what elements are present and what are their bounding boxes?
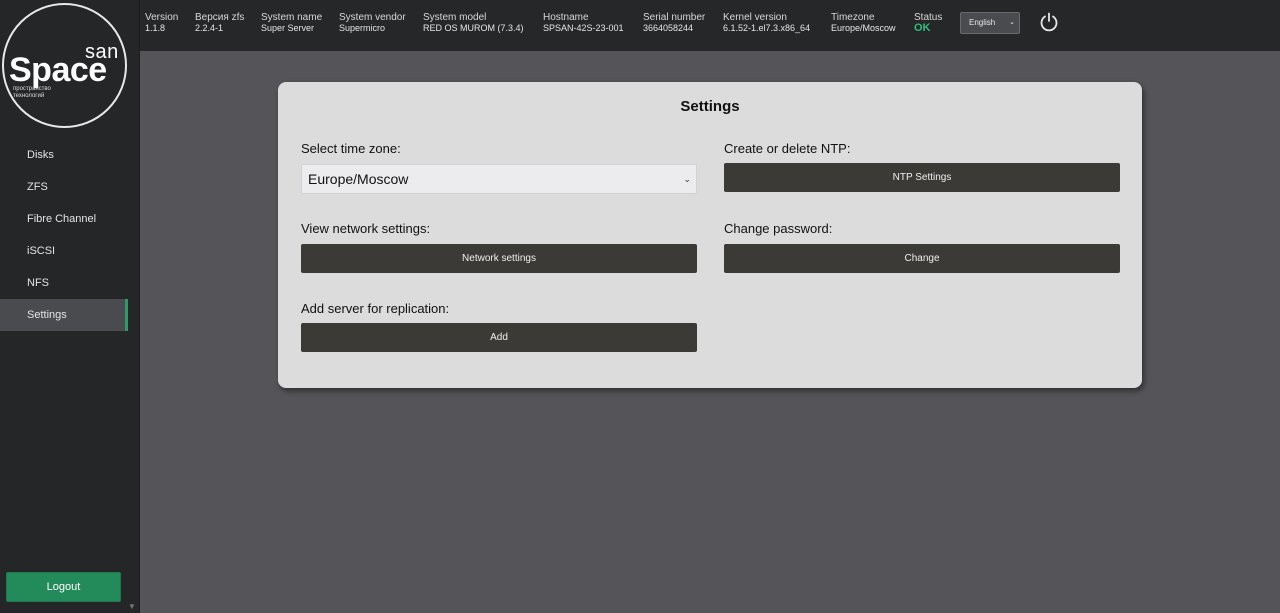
- logo-subtitle: пространство технологий: [13, 86, 51, 99]
- header-field-label: Serial number: [643, 12, 706, 23]
- language-select[interactable]: English ⌄: [960, 12, 1020, 34]
- header-field-label: Timezone: [831, 12, 875, 23]
- header-field-value: Europe/Moscow: [831, 23, 896, 33]
- sidebar-item-fibre-channel[interactable]: Fibre Channel: [0, 203, 128, 235]
- logo-space-text: Space: [9, 51, 107, 89]
- header-field-label: Version: [145, 12, 179, 23]
- header-field-value: Super Server: [261, 23, 315, 33]
- password-label: Change password:: [724, 221, 833, 236]
- header-field-label: System model: [423, 12, 487, 23]
- power-icon[interactable]: [1038, 11, 1060, 33]
- sidebar-item-disks[interactable]: Disks: [0, 139, 128, 171]
- header-field-value: RED OS MUROM (7.3.4): [423, 23, 524, 33]
- network-settings-button[interactable]: Network settings: [301, 244, 697, 273]
- header-field-value: 6.1.52-1.el7.3.x86_64: [723, 23, 811, 33]
- replication-label: Add server for replication:: [301, 301, 450, 316]
- header-hostname: Hostname SPSAN-42S-23-001: [543, 12, 624, 34]
- ntp-label: Create or delete NTP:: [724, 141, 851, 156]
- header-field-label: Hostname: [543, 12, 589, 23]
- status-badge: OK: [914, 22, 931, 34]
- chevron-down-icon: ⌄: [1009, 19, 1015, 26]
- scroll-down-icon[interactable]: ▼: [128, 602, 136, 611]
- header-field-value: 3664058244: [643, 23, 694, 33]
- header-kernel-version: Kernel version 6.1.52-1.el7.3.x86_64: [723, 12, 810, 34]
- page-title: Settings: [680, 98, 740, 115]
- header-serial-number: Serial number 3664058244: [643, 12, 705, 34]
- sidebar-item-settings[interactable]: Settings: [0, 299, 128, 331]
- logo: san Space пространство технологий: [2, 3, 127, 128]
- header-field-label: Версия zfs: [195, 12, 245, 23]
- header-system-model: System model RED OS MUROM (7.3.4): [423, 12, 524, 34]
- add-replication-server-button[interactable]: Add: [301, 323, 697, 352]
- sidebar-item-nfs[interactable]: NFS: [0, 267, 128, 299]
- language-select-value: English: [969, 18, 996, 27]
- timezone-label: Select time zone:: [301, 141, 401, 156]
- settings-card: Settings Select time zone: Europe/Moscow…: [278, 82, 1142, 388]
- header-system-vendor: System vendor Supermicro: [339, 12, 406, 34]
- timezone-select[interactable]: Europe/Moscow ⌄: [301, 164, 697, 194]
- logout-button[interactable]: Logout: [6, 572, 121, 602]
- sidebar-item-iscsi[interactable]: iSCSI: [0, 235, 128, 267]
- header-field-value: Supermicro: [339, 23, 386, 33]
- timezone-select-value: Europe/Moscow: [308, 171, 409, 187]
- header-status: Status OK: [914, 12, 942, 34]
- header-bar: Version 1.1.8 Версия zfs 2.2.4-1 System …: [140, 0, 1280, 51]
- change-password-button[interactable]: Change: [724, 244, 1120, 273]
- header-system-name: System name Super Server: [261, 12, 322, 34]
- header-field-label: System name: [261, 12, 323, 23]
- network-label: View network settings:: [301, 221, 431, 236]
- header-timezone: Timezone Europe/Moscow: [831, 12, 896, 34]
- sidebar: san Space пространство технологий Disks …: [0, 0, 140, 613]
- header-field-label: System vendor: [339, 12, 406, 23]
- header-field-value: 1.1.8: [145, 23, 166, 33]
- chevron-down-icon: ⌄: [683, 174, 691, 184]
- header-field-value: 2.2.4-1: [195, 23, 224, 33]
- header-field-label: Kernel version: [723, 12, 787, 23]
- sidebar-item-zfs[interactable]: ZFS: [0, 171, 128, 203]
- header-field-value: SPSAN-42S-23-001: [543, 23, 624, 33]
- header-zfs-version: Версия zfs 2.2.4-1: [195, 12, 244, 34]
- ntp-settings-button[interactable]: NTP Settings: [724, 163, 1120, 192]
- sidebar-nav: Disks ZFS Fibre Channel iSCSI NFS Settin…: [0, 139, 128, 331]
- header-version: Version 1.1.8: [145, 12, 178, 34]
